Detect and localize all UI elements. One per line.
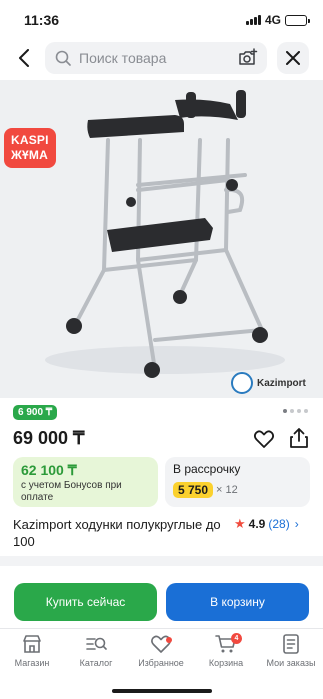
network-label: 4G [264, 13, 281, 27]
nav-label-shop: Магазин [14, 658, 50, 668]
promo-badge-line1: KASPI [11, 133, 49, 147]
share-button[interactable] [288, 427, 310, 449]
carousel-dot[interactable] [290, 409, 294, 413]
bonus-note: с учетом Бонусов при оплате [21, 480, 122, 503]
carousel-dot[interactable] [304, 409, 308, 413]
installment-card[interactable]: В рассрочку 5 750 × 12 [165, 457, 310, 507]
star-icon: ★ [234, 516, 246, 531]
promo-badge-line2: ЖҰМА [11, 148, 48, 162]
camera-icon [239, 48, 258, 65]
installment-amount: 5 750 [173, 482, 214, 498]
rating-score: 4.9 [248, 517, 266, 531]
installment-row: 5 750 × 12 [173, 482, 302, 498]
bonus-value: 62 100 ₸ [21, 462, 77, 478]
section-divider [0, 556, 323, 566]
nav-item-orders[interactable]: Мои заказы [259, 633, 323, 668]
nav-item-cart[interactable]: 4 Корзина [194, 633, 258, 668]
carousel-dot[interactable] [297, 409, 301, 413]
search-icon [55, 50, 71, 66]
brand-logo-text: Kazimport [257, 377, 306, 389]
home-indicator [112, 689, 212, 693]
reviews-count: (28) [268, 517, 290, 531]
product-rating[interactable]: ★ 4.9 (28) › [234, 516, 299, 532]
product-image[interactable]: KASPI ЖҰМА Kazimport [0, 80, 323, 398]
carousel-dots [283, 409, 308, 413]
back-button[interactable] [10, 44, 38, 72]
nav-label-favorites: Избранное [138, 658, 184, 668]
product-title: Kazimport ходунки полукруглые до 100 [13, 517, 221, 549]
nav-label-orders: Мои заказы [266, 658, 316, 668]
nav-item-favorites[interactable]: Избранное [129, 633, 193, 668]
chevron-right-icon: › [294, 517, 299, 531]
signal-icon [245, 15, 261, 25]
shop-icon [23, 635, 41, 653]
buy-now-button[interactable]: Купить сейчас [14, 583, 157, 621]
status-time: 11:36 [24, 12, 60, 28]
orders-icon [283, 634, 299, 654]
brand-logo: Kazimport [231, 372, 306, 394]
close-icon [286, 51, 300, 65]
installment-months: × 12 [216, 484, 238, 496]
nav-item-catalog[interactable]: Каталог [64, 633, 128, 668]
search-header: Поиск товара [0, 40, 323, 80]
heart-icon [253, 430, 275, 448]
search-input[interactable]: Поиск товара [45, 42, 267, 74]
close-button[interactable] [277, 42, 309, 74]
status-indicators: 4G [245, 13, 310, 27]
favorite-button[interactable] [253, 428, 275, 450]
share-icon [290, 428, 308, 448]
bonus-card[interactable]: 62 100 ₸ с учетом Бонусов при оплате [13, 457, 158, 507]
nav-item-shop[interactable]: Магазин [0, 633, 64, 668]
product-price: 69 000 ₸ [13, 428, 85, 448]
brand-logo-icon [231, 372, 253, 394]
catalog-icon [86, 637, 107, 650]
installment-title: В рассрочку [173, 462, 241, 476]
nav-label-catalog: Каталог [79, 658, 113, 668]
chevron-left-icon [19, 49, 29, 67]
cart-badge: 4 [231, 633, 242, 644]
status-bar: 11:36 4G [0, 0, 323, 38]
old-price-badge: 6 900 ₸ [13, 405, 58, 420]
nav-label-cart: Корзина [208, 658, 244, 668]
add-to-cart-button[interactable]: В корзину [166, 583, 309, 621]
promo-badge: KASPI ЖҰМА [4, 128, 56, 168]
battery-icon [285, 14, 310, 26]
camera-search-button[interactable] [237, 47, 259, 69]
favorites-dot [166, 637, 172, 643]
carousel-dot[interactable] [283, 409, 287, 413]
search-placeholder: Поиск товара [79, 50, 167, 66]
